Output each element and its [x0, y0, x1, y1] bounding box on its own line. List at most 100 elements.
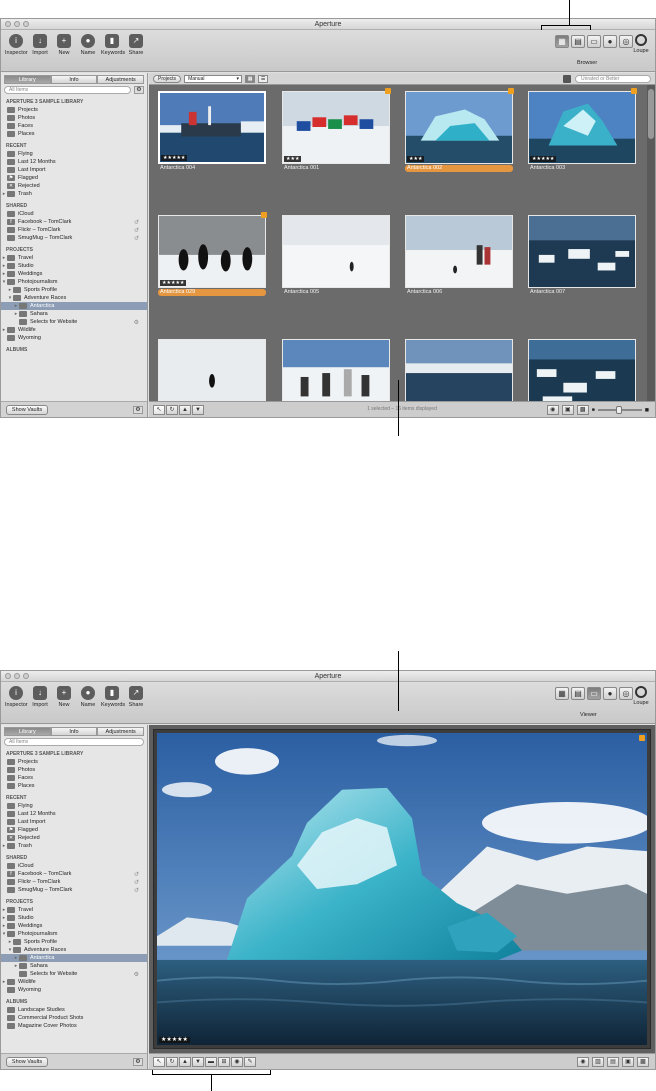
sidebar-item-wyoming[interactable]: Wyoming	[1, 334, 147, 342]
stamp-tool-button[interactable]: ▼	[192, 1057, 204, 1067]
fullscreen-button[interactable]: ▣	[622, 1057, 634, 1067]
keywords-button[interactable]: ▮ Keywords	[101, 686, 125, 708]
redeye-tool-button[interactable]: ◉	[231, 1057, 243, 1067]
sidebar-item-rejected[interactable]: ✕ Rejected	[1, 834, 147, 842]
sidebar-item-places[interactable]: Places	[1, 782, 147, 790]
tab-adjustments[interactable]: Adjustments	[97, 727, 145, 736]
lift-tool-button[interactable]: ▲	[179, 1057, 191, 1067]
browser-grid-view-button[interactable]: ▦	[555, 35, 569, 48]
compare-button[interactable]: ▨	[592, 1057, 604, 1067]
sidebar-item-facebook[interactable]: f Facebook – TomClark ↺	[1, 218, 147, 226]
loupe-button[interactable]: Loupe	[631, 34, 651, 54]
sidebar-item-flying[interactable]: Flying	[1, 150, 147, 158]
selection-tool-button[interactable]: ↖	[153, 1057, 165, 1067]
show-hud-button[interactable]: ▩	[576, 405, 589, 415]
browser-grid-view-button[interactable]: ▦	[555, 687, 569, 700]
thumbnail-cell[interactable]: Antarctica 007	[528, 215, 636, 296]
sidebar-item-icloud[interactable]: iCloud	[1, 862, 147, 870]
brush-tool-button[interactable]: ✎	[244, 1057, 256, 1067]
new-button[interactable]: + New	[53, 686, 75, 708]
sidebar-item-sahara[interactable]: ▸ Sahara	[1, 310, 147, 318]
quick-preview-button[interactable]: ◉	[546, 405, 559, 415]
sidebar-item-antarctica[interactable]: ▸ Antarctica	[1, 302, 147, 310]
photo-thumbnail[interactable]: ★★★★★	[528, 91, 636, 164]
sidebar-item-trash[interactable]: ▸ Trash	[1, 190, 147, 198]
photo-thumbnail[interactable]	[282, 215, 390, 288]
sidebar-item-projects[interactable]: Projects	[1, 758, 147, 766]
import-button[interactable]: ↓ Import	[29, 686, 51, 708]
viewer-view-button[interactable]: ▭	[587, 687, 601, 700]
thumbnail-cell[interactable]: ★★★★★ Antarctica 004	[158, 91, 266, 172]
sidebar-item-travel[interactable]: ▸ Travel	[1, 906, 147, 914]
sidebar-item-icloud[interactable]: iCloud	[1, 210, 147, 218]
filter-search-input[interactable]: Unrated or Better	[575, 75, 651, 83]
thumbnail-cell[interactable]: Antarctica 005	[282, 215, 390, 296]
quick-preview-button[interactable]: ◉	[577, 1057, 589, 1067]
photo-thumbnail[interactable]: ★★★★★	[158, 215, 266, 288]
photo-thumbnail[interactable]: ★★★	[282, 91, 390, 164]
share-button[interactable]: ↗ Share	[125, 34, 147, 56]
filmstrip-view-button[interactable]: ▤	[571, 687, 585, 700]
tab-info[interactable]: Info	[50, 727, 98, 736]
sidebar-item-photos[interactable]: Photos	[1, 114, 147, 122]
loupe-button[interactable]: Loupe	[631, 686, 651, 706]
sidebar-item-sports-profile[interactable]: ▸ Sports Profile	[1, 938, 147, 946]
sidebar-item-sahara[interactable]: ▸ Sahara	[1, 962, 147, 970]
fullscreen-button[interactable]: ▣	[561, 405, 574, 415]
sidebar-item-antarctica[interactable]: ▸ Antarctica	[1, 954, 147, 962]
tab-library[interactable]: Library	[4, 727, 51, 736]
sidebar-item-flickr[interactable]: Flickr – TomClark ↺	[1, 226, 147, 234]
sidebar-item-weddings[interactable]: ▸ Weddings	[1, 922, 147, 930]
sidebar-item-wildlife[interactable]: ▸ Wildlife	[1, 978, 147, 986]
import-button[interactable]: ↓ Import	[29, 34, 51, 56]
tab-info[interactable]: Info	[50, 75, 98, 84]
sidebar-item-facebook[interactable]: f Facebook – TomClark ↺	[1, 870, 147, 878]
sidebar-item-smugmug[interactable]: SmugMug – TomClark ↺	[1, 234, 147, 242]
photo-thumbnail[interactable]: ★★★★★	[158, 91, 266, 164]
filmstrip-button[interactable]: ▤	[607, 1057, 619, 1067]
gear-icon[interactable]: ⚙	[134, 86, 144, 94]
sidebar-item-adventure-races[interactable]: ▾ Adventure Races	[1, 294, 147, 302]
sidebar-item-last-12-months[interactable]: Last 12 Months	[1, 158, 147, 166]
sidebar-item-adventure-races[interactable]: ▾ Adventure Races	[1, 946, 147, 954]
photo-thumbnail[interactable]	[528, 215, 636, 288]
library-search-input[interactable]: All Items	[4, 738, 144, 746]
library-search-input[interactable]: All Items	[4, 86, 131, 94]
sidebar-item-last-12-months[interactable]: Last 12 Months	[1, 810, 147, 818]
sidebar-item-photojournalism[interactable]: ▾ Photojournalism	[1, 278, 147, 286]
sidebar-item-travel[interactable]: ▸ Travel	[1, 254, 147, 262]
inspector-button[interactable]: i Inspector	[5, 34, 28, 56]
sidebar-item-commercial-product-shots[interactable]: Commercial Product Shots	[1, 1014, 147, 1022]
sidebar-item-photojournalism[interactable]: ▾ Photojournalism	[1, 930, 147, 938]
sidebar-item-last-import[interactable]: Last Import	[1, 818, 147, 826]
zoom-button[interactable]	[23, 21, 29, 27]
gear-icon[interactable]: ⚙	[133, 1058, 143, 1066]
tab-adjustments[interactable]: Adjustments	[97, 75, 145, 84]
thumbnail-cell[interactable]: ★★★★★ Antarctica 029	[158, 212, 267, 296]
faces-view-button[interactable]: ●	[603, 687, 617, 700]
show-hud-button[interactable]: ▩	[637, 1057, 649, 1067]
sidebar-item-projects[interactable]: Projects	[1, 106, 147, 114]
thumbnail-size-slider[interactable]	[597, 406, 642, 414]
sidebar-item-landscape-studies[interactable]: Landscape Studies	[1, 1006, 147, 1014]
minimize-button[interactable]	[14, 21, 20, 27]
tab-library[interactable]: Library	[4, 75, 51, 84]
sidebar-item-faces[interactable]: Faces	[1, 774, 147, 782]
thumbnail-cell[interactable]: ★★★ Antarctica 001	[282, 88, 391, 172]
sidebar-item-faces[interactable]: Faces	[1, 122, 147, 130]
crop-tool-button[interactable]: ⊞	[218, 1057, 230, 1067]
sidebar-item-places[interactable]: Places	[1, 130, 147, 138]
sidebar-item-wildlife[interactable]: ▸ Wildlife	[1, 326, 147, 334]
sidebar-item-weddings[interactable]: ▸ Weddings	[1, 270, 147, 278]
thumbnail-cell[interactable]: Antarctica 006	[405, 215, 513, 296]
sidebar-item-selects-for-website[interactable]: Selects for Website ⚙	[1, 970, 147, 978]
faces-view-button[interactable]: ●	[603, 35, 617, 48]
sidebar-item-sports-profile[interactable]: ▸ Sports Profile	[1, 286, 147, 294]
photo-thumbnail[interactable]	[405, 215, 513, 288]
sidebar-item-magazine-cover-photos[interactable]: Magazine Cover Photos	[1, 1022, 147, 1030]
sidebar-item-trash[interactable]: ▸ Trash	[1, 842, 147, 850]
sidebar-item-flagged[interactable]: ⚑ Flagged	[1, 174, 147, 182]
grid-view-icon[interactable]: ▦	[245, 74, 256, 83]
thumbnail-cell[interactable]: ★★★★★ Antarctica 003	[528, 88, 637, 172]
list-view-icon[interactable]: ☰	[258, 74, 269, 83]
